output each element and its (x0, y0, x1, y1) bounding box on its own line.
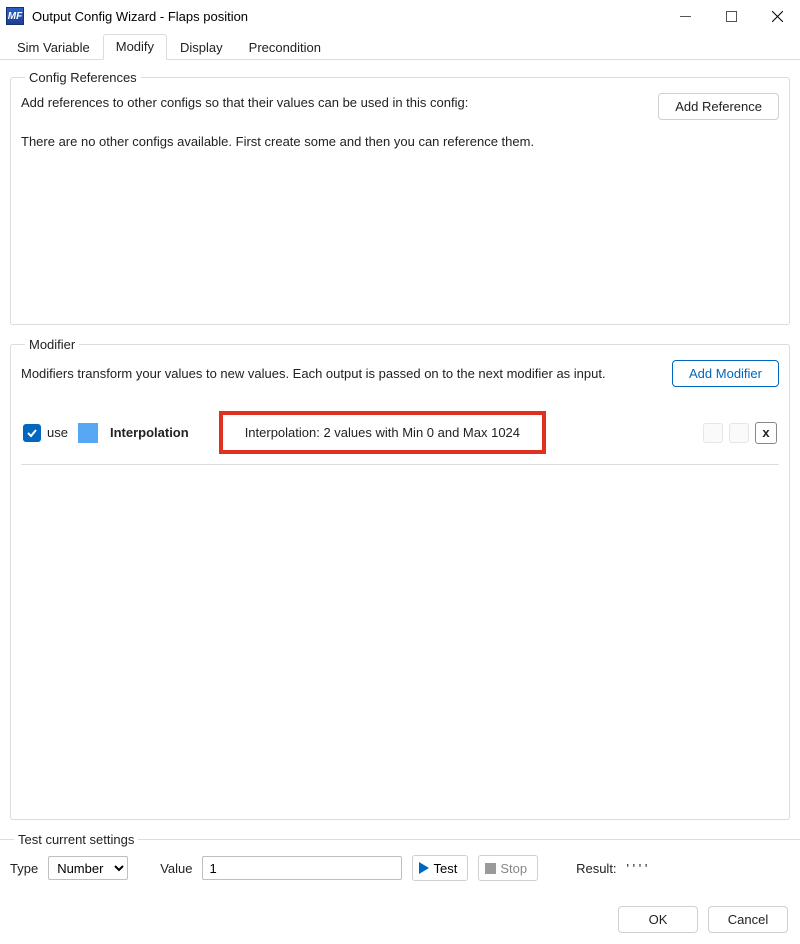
test-button[interactable]: Test (412, 855, 468, 881)
test-button-label: Test (433, 861, 457, 876)
config-references-help-text: Add references to other configs so that … (21, 93, 658, 113)
tab-modify[interactable]: Modify (103, 34, 167, 60)
tab-precondition[interactable]: Precondition (236, 35, 334, 60)
stop-button[interactable]: Stop (478, 855, 538, 881)
modifier-panel: Modifier Modifiers transform your values… (10, 337, 790, 820)
modifier-description-highlight: Interpolation: 2 values with Min 0 and M… (219, 411, 546, 454)
stop-icon (485, 863, 496, 874)
tab-strip: Sim Variable Modify Display Precondition (0, 32, 800, 60)
result-value: ' ' ' ' (627, 861, 648, 876)
ok-button[interactable]: OK (618, 906, 698, 933)
window-title: Output Config Wizard - Flaps position (32, 9, 248, 24)
add-reference-button[interactable]: Add Reference (658, 93, 779, 120)
window-controls (662, 0, 800, 32)
modifier-color-swatch[interactable] (78, 423, 98, 443)
cancel-button[interactable]: Cancel (708, 906, 788, 933)
modifier-move-down-button[interactable] (729, 423, 749, 443)
modifier-use-checkbox[interactable] (23, 424, 41, 442)
tab-sim-variable[interactable]: Sim Variable (4, 35, 103, 60)
modifier-delete-button[interactable]: x (755, 422, 777, 444)
tab-display[interactable]: Display (167, 35, 236, 60)
add-modifier-button[interactable]: Add Modifier (672, 360, 779, 387)
config-references-empty-msg: There are no other configs available. Fi… (21, 132, 658, 152)
type-select[interactable]: Number (48, 856, 128, 880)
config-references-panel: Config References Add references to othe… (10, 70, 790, 325)
test-settings-legend: Test current settings (14, 832, 138, 847)
modifier-description: Interpolation: 2 values with Min 0 and M… (245, 425, 520, 440)
type-label: Type (10, 861, 38, 876)
modifier-help-text: Modifiers transform your values to new v… (21, 366, 672, 381)
modifier-move-up-button[interactable] (703, 423, 723, 443)
modifier-use-label: use (47, 425, 68, 440)
close-button[interactable] (754, 0, 800, 32)
stop-button-label: Stop (500, 861, 527, 876)
value-input[interactable] (202, 856, 402, 880)
config-references-help: Add references to other configs so that … (21, 93, 658, 152)
title-bar: MF Output Config Wizard - Flaps position (0, 0, 800, 32)
config-references-legend: Config References (25, 70, 141, 85)
modifier-legend: Modifier (25, 337, 79, 352)
app-icon: MF (6, 7, 24, 25)
content-area: Config References Add references to othe… (0, 60, 800, 832)
bottom-bar: OK Cancel (0, 894, 800, 944)
result-label: Result: (576, 861, 616, 876)
play-icon (419, 862, 429, 874)
test-settings-panel: Test current settings Type Number Value … (0, 832, 800, 894)
maximize-button[interactable] (708, 0, 754, 32)
value-label: Value (160, 861, 192, 876)
minimize-button[interactable] (662, 0, 708, 32)
modifier-name: Interpolation (110, 425, 189, 440)
modifier-row: use Interpolation Interpolation: 2 value… (21, 405, 779, 465)
